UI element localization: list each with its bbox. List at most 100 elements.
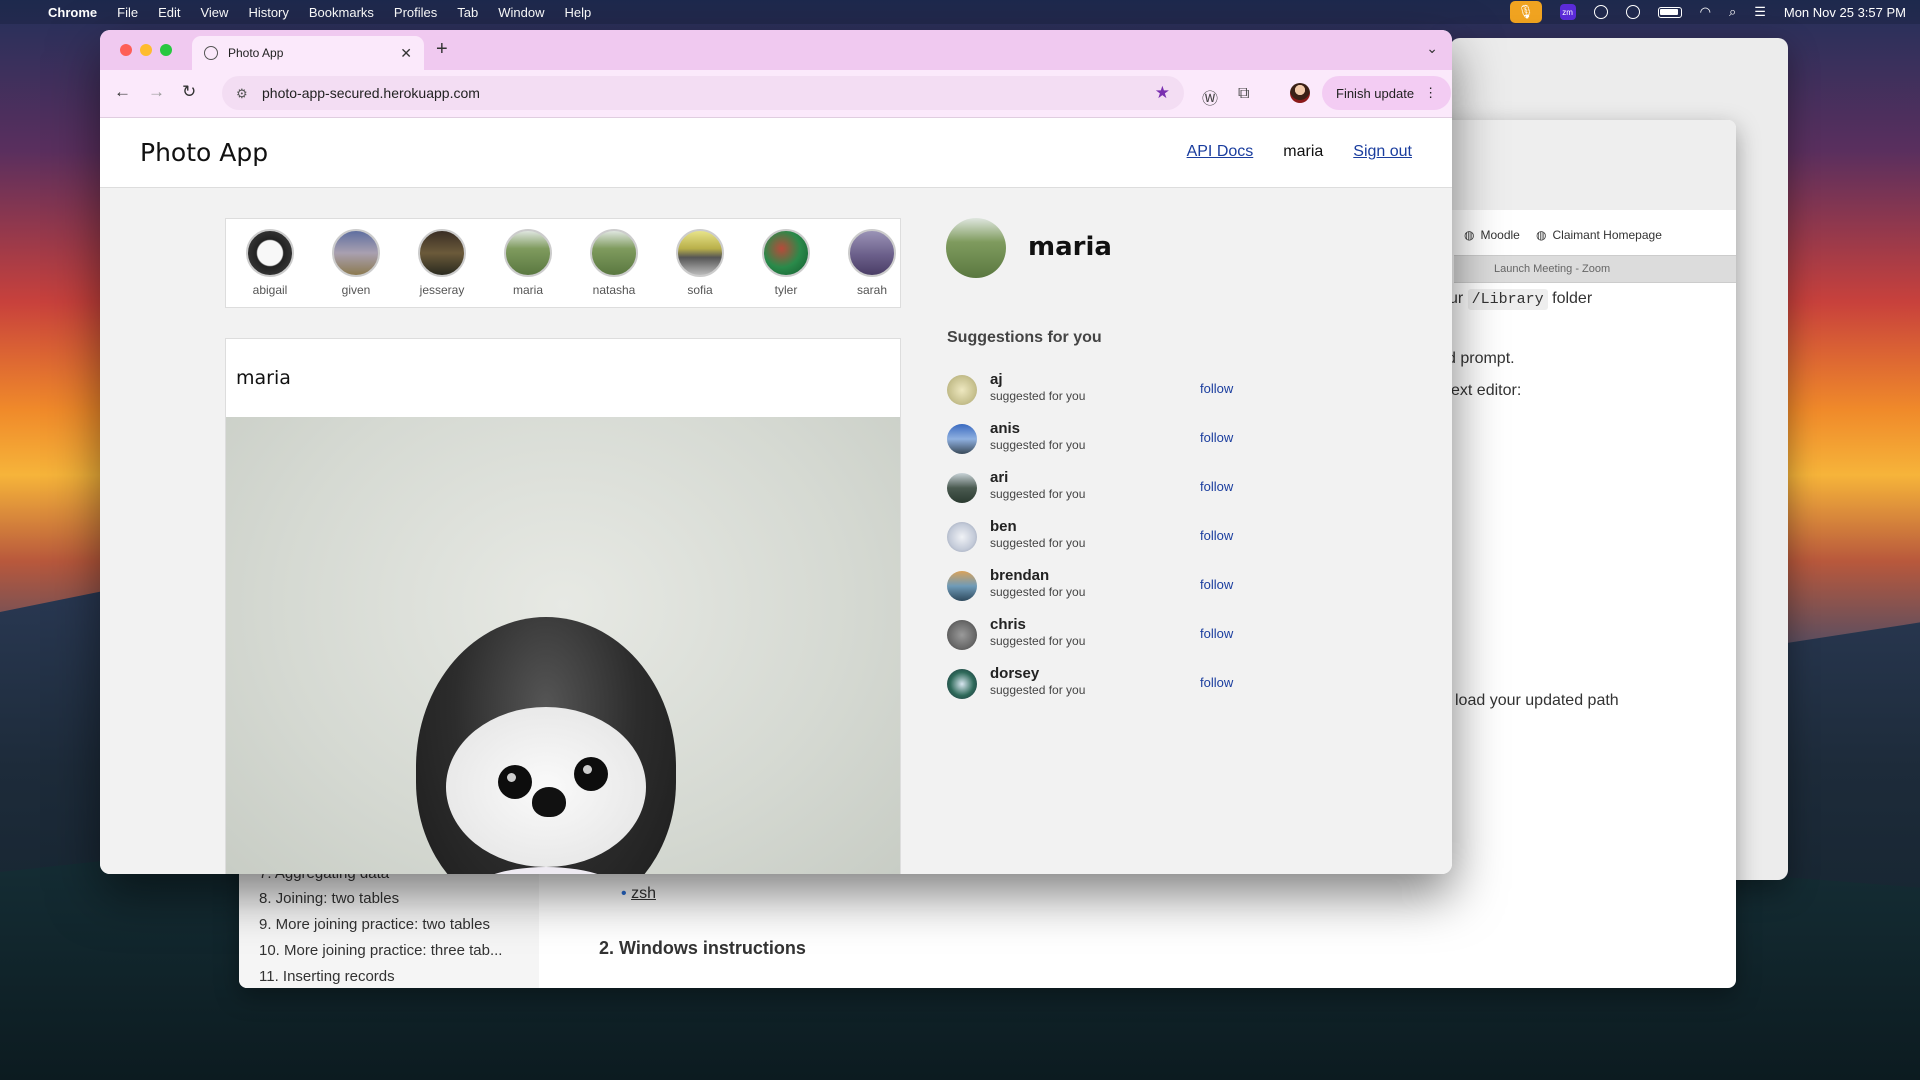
suggestion-avatar[interactable] xyxy=(947,473,977,503)
profile-avatar-large[interactable] xyxy=(946,218,1006,278)
menu-app-name[interactable]: Chrome xyxy=(48,5,97,20)
tab-photo-app[interactable]: Photo App ✕ xyxy=(192,36,424,70)
story-tyler[interactable]: tyler xyxy=(756,229,816,297)
sidebar-item[interactable]: 11. Inserting records xyxy=(259,968,395,985)
wordpress-icon[interactable]: Ⓦ xyxy=(1202,85,1218,109)
doc-line-2: d prompt. xyxy=(1447,350,1515,367)
address-bar[interactable]: ⚙ photo-app-secured.herokuapp.com ★ xyxy=(222,76,1184,110)
story-avatar xyxy=(676,229,724,277)
menu-help[interactable]: Help xyxy=(565,5,592,20)
sidebar-item[interactable]: 9. More joining practice: two tables xyxy=(259,916,490,933)
header-nav: API Docs maria Sign out xyxy=(1187,143,1412,161)
close-tab-icon[interactable]: ✕ xyxy=(400,45,412,62)
api-docs-link[interactable]: API Docs xyxy=(1187,143,1254,161)
suggestion-row: anis suggested for you follow xyxy=(947,420,1267,460)
suggestion-avatar[interactable] xyxy=(947,424,977,454)
menu-edit[interactable]: Edit xyxy=(158,5,180,20)
close-window-icon[interactable] xyxy=(120,44,132,56)
more-vert-icon[interactable]: ⋮ xyxy=(1424,85,1437,101)
story-avatar xyxy=(848,229,896,277)
follow-button[interactable]: follow xyxy=(1200,430,1233,445)
suggestion-avatar[interactable] xyxy=(947,522,977,552)
follow-button[interactable]: follow xyxy=(1200,626,1233,641)
menu-file[interactable]: File xyxy=(117,5,138,20)
battery-icon[interactable] xyxy=(1657,6,1682,18)
sidebar-item[interactable]: 8. Joining: two tables xyxy=(259,890,399,907)
suggestion-avatar[interactable] xyxy=(947,669,977,699)
forward-icon[interactable]: → xyxy=(148,82,165,102)
story-natasha[interactable]: natasha xyxy=(584,229,644,297)
finish-update-button[interactable]: Finish update ⋮ xyxy=(1322,76,1452,110)
post-card: maria xyxy=(225,338,901,874)
story-sofia[interactable]: sofia xyxy=(670,229,730,297)
follow-button[interactable]: follow xyxy=(1200,479,1233,494)
menu-view[interactable]: View xyxy=(200,5,228,20)
wifi-icon[interactable]: ◠ xyxy=(1700,4,1711,20)
site-settings-icon[interactable]: ⚙ xyxy=(236,86,250,101)
play-icon[interactable] xyxy=(1593,5,1608,19)
post-image[interactable] xyxy=(226,417,900,874)
photo-app-page: Photo App API Docs maria Sign out abigai… xyxy=(100,118,1452,874)
bookmark-star-icon[interactable]: ★ xyxy=(1155,83,1170,103)
globe-icon xyxy=(204,46,218,60)
post-owner[interactable]: maria xyxy=(236,367,291,389)
stories-panel: abigail given jesseray maria natasha sof… xyxy=(225,218,901,308)
bookmark-claimant[interactable]: ◍ Claimant Homepage xyxy=(1536,228,1662,242)
suggestion-avatar[interactable] xyxy=(947,571,977,601)
follow-button[interactable]: follow xyxy=(1200,528,1233,543)
toolbar: ← → ↻ ⚙ photo-app-secured.herokuapp.com … xyxy=(100,70,1452,118)
menu-window[interactable]: Window xyxy=(498,5,544,20)
follow-button[interactable]: follow xyxy=(1200,577,1233,592)
bookmark-moodle[interactable]: ◍ Moodle xyxy=(1464,228,1520,242)
back-icon[interactable]: ← xyxy=(114,82,131,102)
sidebar-item[interactable]: 10. More joining practice: three tab... xyxy=(259,942,502,959)
user-circle-icon[interactable] xyxy=(1625,5,1640,19)
maximize-window-icon[interactable] xyxy=(160,44,172,56)
doc-sidebar: 7. Aggregating data 8. Joining: two tabl… xyxy=(239,860,539,988)
minimize-window-icon[interactable] xyxy=(140,44,152,56)
story-avatar xyxy=(332,229,380,277)
suggestion-row: aj suggested for you follow xyxy=(947,371,1267,411)
menu-history[interactable]: History xyxy=(248,5,288,20)
story-abigail[interactable]: abigail xyxy=(240,229,300,297)
macos-menubar: Chrome File Edit View History Bookmarks … xyxy=(0,0,1920,24)
new-tab-icon[interactable]: + xyxy=(436,38,448,61)
profile-avatar[interactable] xyxy=(1290,83,1310,103)
story-maria[interactable]: maria xyxy=(498,229,558,297)
penguin-eye-left xyxy=(498,765,532,799)
follow-button[interactable]: follow xyxy=(1200,381,1233,396)
suggestion-avatar[interactable] xyxy=(947,620,977,650)
zoom-icon[interactable]: zm xyxy=(1559,4,1576,20)
microphone-icon[interactable]: 🎙 xyxy=(1509,1,1542,23)
control-center-icon[interactable]: ☰ xyxy=(1754,4,1766,20)
story-avatar xyxy=(762,229,810,277)
menu-bookmarks[interactable]: Bookmarks xyxy=(309,5,374,20)
story-sarah[interactable]: sarah xyxy=(842,229,902,297)
doc-bullet[interactable]: • zsh xyxy=(621,885,656,903)
extensions-icon[interactable]: ⧉ xyxy=(1238,85,1249,103)
sign-out-link[interactable]: Sign out xyxy=(1353,143,1412,161)
suggestion-row: ari suggested for you follow xyxy=(947,469,1267,509)
story-avatar xyxy=(504,229,552,277)
story-given[interactable]: given xyxy=(326,229,386,297)
chevron-down-icon[interactable]: ⌄ xyxy=(1426,40,1438,57)
apple-icon[interactable] xyxy=(14,4,30,20)
suggestion-avatar[interactable] xyxy=(947,375,977,405)
chrome-window: Photo App ✕ + ⌄ ← → ↻ ⚙ photo-app-secure… xyxy=(100,30,1452,874)
menu-tab[interactable]: Tab xyxy=(457,5,478,20)
story-jesseray[interactable]: jesseray xyxy=(412,229,472,297)
doc-line-3: ext editor: xyxy=(1451,382,1522,399)
story-avatar xyxy=(590,229,638,277)
reload-icon[interactable]: ↻ xyxy=(182,82,196,102)
url-text[interactable]: photo-app-secured.herokuapp.com xyxy=(262,85,480,101)
menu-profiles[interactable]: Profiles xyxy=(394,5,437,20)
app-header: Photo App API Docs maria Sign out xyxy=(100,118,1452,188)
suggestion-row: brendan suggested for you follow xyxy=(947,567,1267,607)
penguin-beak xyxy=(532,787,566,817)
globe-icon: ◍ xyxy=(1464,228,1475,242)
search-icon[interactable]: ⌕ xyxy=(1729,4,1736,20)
clock[interactable]: Mon Nov 25 3:57 PM xyxy=(1784,5,1906,20)
suggestion-row: ben suggested for you follow xyxy=(947,518,1267,558)
background-tab[interactable]: Launch Meeting - Zoom xyxy=(1454,255,1736,283)
follow-button[interactable]: follow xyxy=(1200,675,1233,690)
